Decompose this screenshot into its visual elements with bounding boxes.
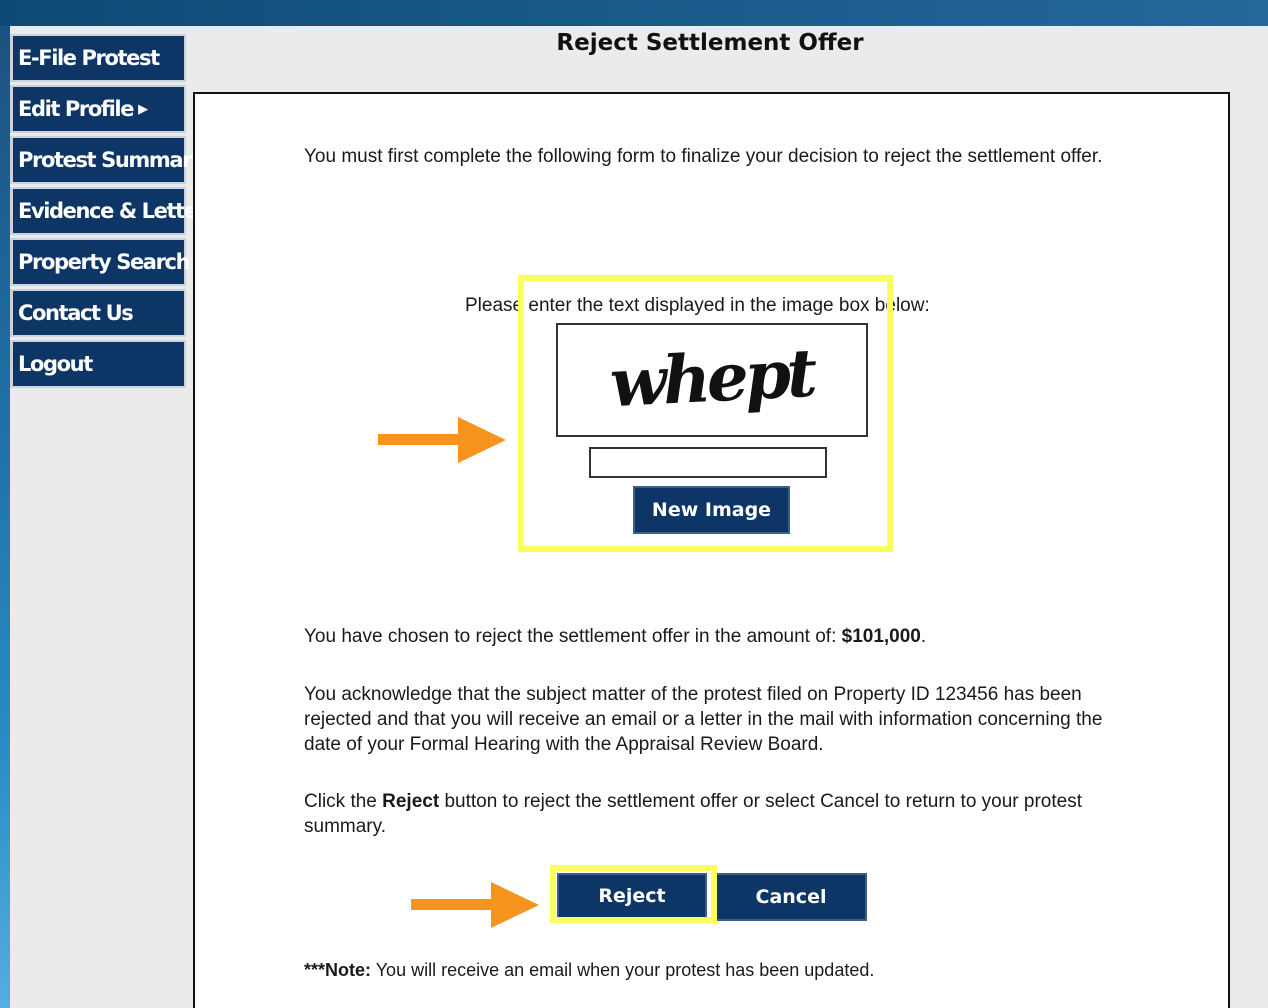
caret-right-icon: ▶ [138,101,149,117]
sidebar-item-label: Property Search [18,250,191,274]
amount-statement: You have chosen to reject the settlement… [304,624,1134,649]
instruction-text: Click the Reject button to reject the se… [304,789,1134,839]
sidebar-item-evidence-letters[interactable]: Evidence & Letters [10,187,218,235]
note-text: You will receive an email when your prot… [375,960,875,980]
sidebar-item-label: Contact Us [18,301,134,325]
cancel-button[interactable]: Cancel [715,873,867,921]
reject-button[interactable]: Reject [557,873,707,919]
sidebar-item-edit-profile[interactable]: Edit Profile ▶ [10,85,186,133]
sidebar-nav: E-File Protest Edit Profile ▶ Protest Su… [10,34,218,391]
sidebar-item-label: Protest Summary [18,148,205,172]
sidebar-item-property-search[interactable]: Property Search [10,238,191,286]
acknowledgement-text: You acknowledge that the subject matter … [304,684,1103,755]
sidebar-item-logout[interactable]: Logout [10,340,186,388]
top-banner [0,0,1268,26]
sidebar-item-label: Evidence & Letters [18,199,218,223]
captcha-input[interactable] [589,447,827,478]
instruction-reject-bold: Reject [382,791,440,812]
captcha-text-graphic: whept [608,334,819,423]
sidebar-item-label: E-File Protest [18,46,160,70]
reject-offer-panel: You must first complete the following fo… [193,92,1230,1008]
instruction-prefix: Click the [304,791,377,812]
sidebar-item-efile-protest[interactable]: E-File Protest [10,34,186,82]
captcha-prompt: Please enter the text displayed in the i… [465,295,930,316]
update-note: ***Note: You will receive an email when … [304,958,1134,983]
sidebar-item-protest-summary[interactable]: Protest Summary [10,136,205,184]
intro-text: You must first complete the following fo… [304,146,1103,167]
settlement-amount: $101,000 [841,626,921,647]
captcha-image: whept [556,323,868,437]
captcha-text: whept [608,334,819,423]
new-image-button[interactable]: New Image [633,486,790,534]
sidebar-item-contact-us[interactable]: Contact Us [10,289,186,337]
sidebar-item-label: Logout [18,352,93,376]
amount-suffix: . [920,626,927,647]
arrow-right-icon [411,882,539,928]
page-title: Reject Settlement Offer [556,30,864,56]
sidebar-item-label: Edit Profile [18,97,134,121]
arrow-right-icon [378,417,506,463]
note-label: ***Note: [304,960,372,980]
amount-prefix: You have chosen to reject the settlement… [304,626,837,647]
